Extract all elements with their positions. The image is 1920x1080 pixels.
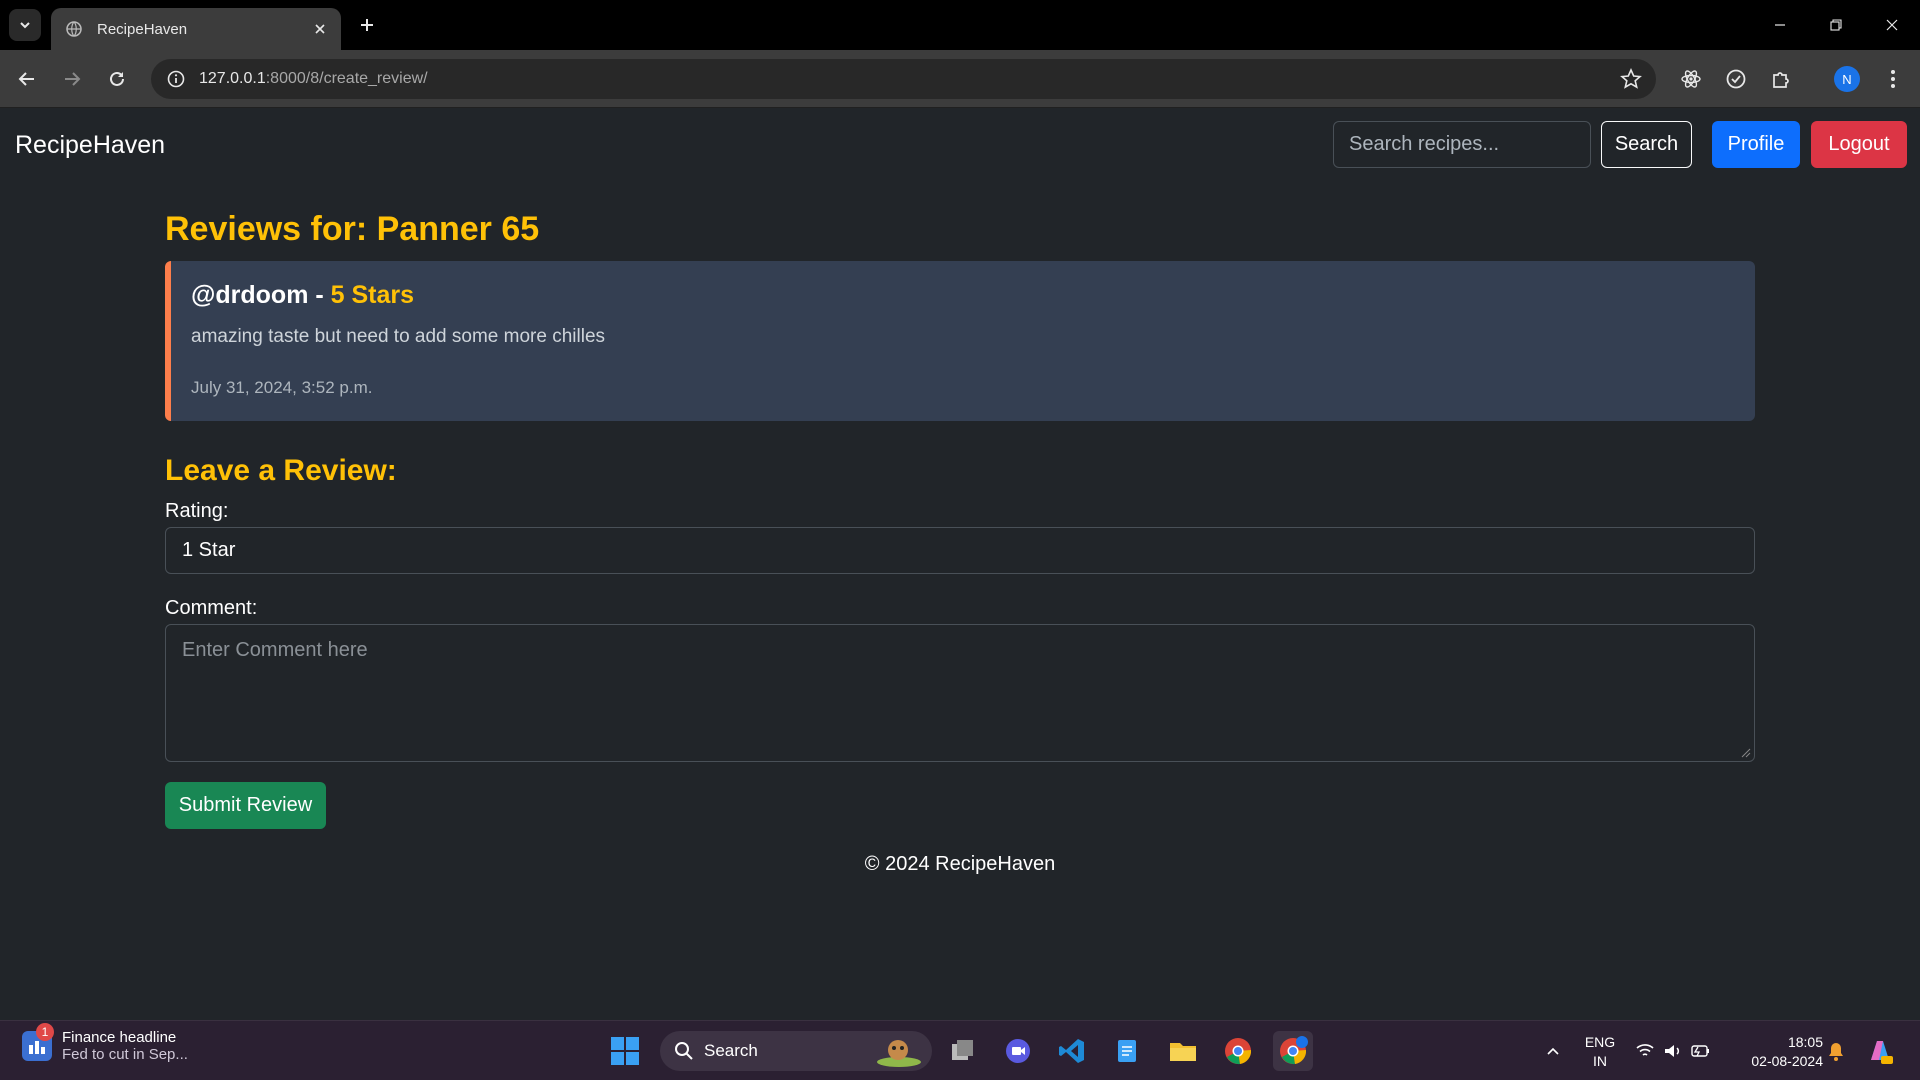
task-view-icon[interactable] (943, 1031, 983, 1071)
react-devtools-icon[interactable] (1677, 65, 1705, 93)
review-card: @drdoom - 5 Stars amazing taste but need… (165, 261, 1755, 421)
back-button[interactable] (11, 63, 43, 95)
site-info-icon[interactable] (165, 68, 187, 90)
minimize-button[interactable] (1752, 0, 1808, 50)
browser-toolbar: 127.0.0.1:8000/8/create_review/ N (0, 50, 1920, 108)
copilot-icon[interactable] (1860, 1031, 1900, 1071)
notification-bell-icon[interactable] (1816, 1031, 1856, 1071)
search-button[interactable]: Search (1601, 121, 1692, 168)
clock[interactable]: 18:05 02-08-2024 (1735, 1033, 1823, 1071)
clock-date: 02-08-2024 (1751, 1053, 1823, 1069)
chevron-down-icon (20, 22, 30, 29)
meet-icon[interactable] (998, 1031, 1038, 1071)
web-page: RecipeHaven Search recipes... Search Pro… (0, 109, 1920, 1020)
language-indicator[interactable]: ENG IN (1583, 1033, 1617, 1071)
profile-avatar[interactable]: N (1834, 66, 1860, 92)
language-code: ENG (1584, 1034, 1616, 1050)
comment-label: Comment: (165, 597, 258, 619)
close-window-button[interactable] (1864, 0, 1920, 50)
news-badge: 1 (36, 1023, 54, 1041)
review-header: @drdoom - 5 Stars (191, 281, 414, 310)
recipe-search-input[interactable]: Search recipes... (1333, 121, 1591, 168)
search-highlight-icon (877, 1040, 921, 1067)
reload-icon (110, 71, 124, 86)
review-separator: - (308, 281, 331, 309)
system-tray-status[interactable] (1628, 1031, 1718, 1071)
chevron-up-icon[interactable] (1533, 1031, 1573, 1071)
rating-label: Rating: (165, 500, 229, 522)
comment-textarea[interactable]: Enter Comment here (165, 624, 1755, 762)
tab-search-button[interactable] (9, 9, 41, 41)
clock-time: 18:05 (1787, 1034, 1823, 1050)
volume-icon (1665, 1045, 1680, 1057)
rating-select[interactable]: 1 Star (165, 527, 1755, 574)
more-vertical-icon[interactable] (1879, 65, 1907, 93)
file-explorer-icon[interactable] (1163, 1031, 1203, 1071)
chrome-profile-icon[interactable] (1273, 1031, 1313, 1071)
comment-placeholder: Enter Comment here (182, 639, 368, 661)
bookmark-star-icon[interactable] (1620, 68, 1642, 90)
site-footer: © 2024 RecipeHaven (864, 853, 1056, 875)
wifi-icon (1636, 1044, 1654, 1056)
minimize-icon (1775, 24, 1785, 26)
site-navbar: RecipeHaven Search recipes... Search Pro… (0, 109, 1920, 181)
brand-link[interactable]: RecipeHaven (15, 131, 165, 160)
search-icon (675, 1042, 693, 1060)
arrow-right-icon (65, 72, 81, 86)
url-text: 127.0.0.1:8000/8/create_review/ (199, 70, 428, 87)
news-title: Finance headline (62, 1029, 177, 1046)
plus-icon (361, 19, 373, 31)
browser-tabstrip: RecipeHaven (0, 0, 1920, 50)
os-taskbar: 1 Finance headline Fed to cut in Sep... … (0, 1020, 1920, 1080)
restore-icon (1830, 19, 1842, 31)
reload-button[interactable] (101, 63, 133, 95)
logout-button[interactable]: Logout (1811, 121, 1907, 168)
chrome-icon[interactable] (1218, 1031, 1258, 1071)
leave-review-heading: Leave a Review: (165, 454, 397, 487)
profile-button[interactable]: Profile (1712, 121, 1800, 168)
extension-circle-icon[interactable] (1722, 65, 1750, 93)
address-bar[interactable]: 127.0.0.1:8000/8/create_review/ (151, 59, 1656, 99)
arrow-left-icon (18, 72, 34, 86)
vscode-icon[interactable] (1052, 1031, 1092, 1071)
new-tab-button[interactable] (352, 10, 382, 40)
windows-start-icon[interactable] (605, 1031, 645, 1071)
extensions-puzzle-icon[interactable] (1767, 65, 1795, 93)
submit-review-button[interactable]: Submit Review (165, 782, 326, 829)
tab-title: RecipeHaven (97, 20, 188, 38)
review-stars: 5 Stars (330, 281, 415, 309)
forward-button[interactable] (56, 63, 88, 95)
review-username: @drdoom (191, 281, 309, 309)
close-icon (1886, 19, 1898, 31)
restore-button[interactable] (1808, 0, 1864, 50)
news-icon: 1 (22, 1023, 54, 1061)
news-subtitle: Fed to cut in Sep... (62, 1046, 188, 1063)
news-widget[interactable]: 1 Finance headline Fed to cut in Sep... (22, 1023, 188, 1063)
review-date: July 31, 2024, 3:52 p.m. (191, 378, 373, 397)
taskbar-search-label: Search (704, 1041, 758, 1060)
reviews-heading: Reviews for: Panner 65 (165, 210, 540, 248)
region-code: IN (1593, 1053, 1607, 1069)
review-comment: amazing taste but need to add some more … (191, 326, 606, 347)
notepad-icon[interactable] (1107, 1031, 1147, 1071)
taskbar-search[interactable]: Search (660, 1031, 932, 1071)
globe-icon (65, 20, 83, 38)
browser-tab[interactable]: RecipeHaven (51, 8, 341, 50)
close-tab-icon[interactable] (309, 18, 331, 40)
resize-handle-icon[interactable] (1741, 748, 1751, 758)
battery-icon (1691, 1045, 1709, 1057)
